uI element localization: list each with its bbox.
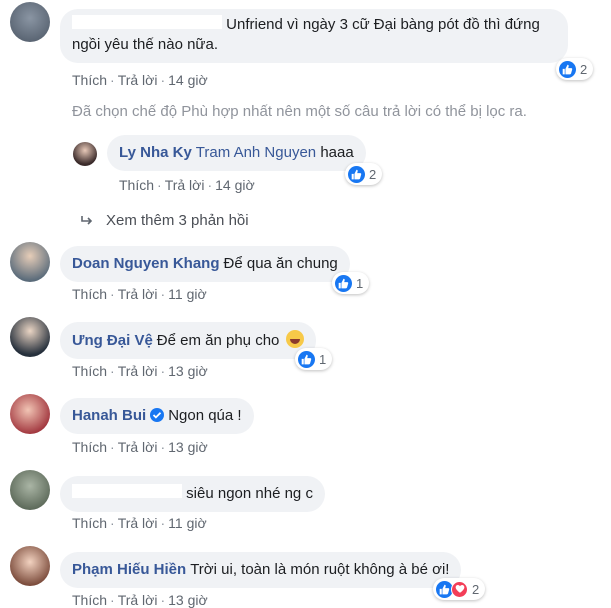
separator: · <box>207 177 213 193</box>
comment-actions: Thích · Trả lời · 11 giờ <box>72 285 207 303</box>
comment-bubble: Unfriend vì ngày 3 cữ Đại bàng pót đồ th… <box>60 9 568 63</box>
comment-author[interactable]: Ly Nha Ky <box>119 144 192 161</box>
reaction-count: 1 <box>356 275 364 291</box>
comment-actions: Thích · Trả lời · 14 giờ <box>72 71 208 89</box>
comment-bubble: Phạm Hiếu Hiền Trời ui, toàn là món ruột … <box>60 552 462 588</box>
separator: · <box>160 72 166 88</box>
avatar[interactable] <box>10 2 50 42</box>
reaction-count: 1 <box>319 351 327 367</box>
reply-button[interactable]: Trả lời <box>118 439 158 455</box>
reply-button[interactable]: Trả lời <box>118 592 158 608</box>
verified-badge-icon <box>150 408 165 422</box>
comment-actions: Thích · Trả lời · 13 giờ <box>72 438 208 456</box>
reply-button[interactable]: Trả lời <box>118 363 158 379</box>
mention-link[interactable]: Tram Anh Nguyen <box>196 144 316 161</box>
separator: · <box>157 177 162 193</box>
like-button[interactable]: Thích <box>72 515 107 531</box>
comment-actions: Thích · Trả lời · 13 giờ <box>72 591 208 608</box>
separator: · <box>160 592 166 608</box>
reaction-count: 2 <box>580 61 588 77</box>
love-icon <box>451 580 468 598</box>
comment-bubble: Doan Nguyen Khang Để qua ăn chung <box>60 246 350 282</box>
comment-text: ngồi yêu thế nào nữa. <box>72 36 218 53</box>
reaction-summary[interactable]: 2 <box>345 163 383 185</box>
separator: · <box>110 515 115 531</box>
comment-text: haaa <box>320 144 354 161</box>
avatar[interactable] <box>73 142 97 166</box>
like-button[interactable]: Thích <box>72 72 107 88</box>
comment-author[interactable]: Ưng Đại Vệ <box>72 332 153 349</box>
comment-text: siêu ngon nhé ng c <box>186 485 313 502</box>
avatar[interactable] <box>10 317 50 357</box>
like-icon <box>335 274 352 292</box>
reply-button[interactable]: Trả lời <box>165 177 205 193</box>
avatar[interactable] <box>10 470 50 510</box>
like-button[interactable]: Thích <box>72 592 107 608</box>
like-icon <box>348 165 365 183</box>
laughing-emoji-icon <box>285 330 304 348</box>
reply-button[interactable]: Trả lời <box>118 72 158 88</box>
avatar[interactable] <box>10 546 50 586</box>
reaction-summary[interactable]: 2 <box>556 58 594 80</box>
comment-bubble: Ly Nha Ky Tram Anh Nguyen haaa <box>107 135 366 171</box>
separator: · <box>110 592 115 608</box>
timestamp[interactable]: 14 giờ <box>215 177 255 193</box>
separator: · <box>160 439 166 455</box>
redacted-author <box>72 15 222 29</box>
comment-author[interactable]: Phạm Hiếu Hiền <box>72 561 186 578</box>
reaction-count: 2 <box>472 581 480 597</box>
avatar[interactable] <box>10 394 50 434</box>
timestamp[interactable]: 13 giờ <box>168 592 208 608</box>
comment-text: Để em ăn phụ cho <box>156 332 280 349</box>
timestamp[interactable]: 11 giờ <box>168 286 207 302</box>
comment-text: Trời ui, toàn là món ruột không à bé ơi! <box>190 561 450 578</box>
like-icon <box>298 350 315 368</box>
reaction-count: 2 <box>369 166 377 182</box>
comment-actions: Thích · Trả lời · 13 giờ <box>72 362 208 380</box>
reply-button[interactable]: Trả lời <box>118 515 158 531</box>
separator: · <box>110 439 115 455</box>
reaction-summary[interactable]: 1 <box>332 272 370 294</box>
separator: · <box>110 72 115 88</box>
view-more-replies-label: Xem thêm 3 phản hồi <box>106 212 249 229</box>
comment-bubble: siêu ngon nhé ng c <box>60 476 325 512</box>
comment-bubble: Ưng Đại Vệ Để em ăn phụ cho <box>60 322 316 359</box>
like-button[interactable]: Thích <box>72 363 107 379</box>
comment-author[interactable]: Hanah Bui <box>72 407 146 424</box>
redacted-author <box>72 484 182 498</box>
separator: · <box>110 363 115 379</box>
reply-button[interactable]: Trả lời <box>118 286 158 302</box>
reaction-summary[interactable]: 1 <box>295 348 333 370</box>
comment-bubble: Hanah Bui Ngon qúa ! <box>60 398 254 434</box>
like-button[interactable]: Thích <box>119 177 154 193</box>
view-more-replies[interactable]: Xem thêm 3 phản hồi <box>80 211 249 231</box>
comment-text: Để qua ăn chung <box>223 255 338 272</box>
like-icon <box>559 60 576 78</box>
timestamp[interactable]: 11 giờ <box>168 515 207 531</box>
avatar[interactable] <box>10 242 50 282</box>
separator: · <box>160 286 166 302</box>
filter-note: Đã chọn chế độ Phù hợp nhất nên một số c… <box>72 103 527 120</box>
timestamp[interactable]: 13 giờ <box>168 363 208 379</box>
timestamp[interactable]: 13 giờ <box>168 439 208 455</box>
like-button[interactable]: Thích <box>72 286 107 302</box>
reply-arrow-icon <box>81 216 93 225</box>
separator: · <box>110 286 115 302</box>
reaction-summary[interactable]: 2 <box>433 578 486 600</box>
comment-text: Unfriend vì ngày 3 cữ Đại bàng pót đồ th… <box>226 16 540 33</box>
comment-text: Ngon qúa ! <box>168 407 242 424</box>
timestamp[interactable]: 14 giờ <box>168 72 208 88</box>
like-button[interactable]: Thích <box>72 439 107 455</box>
comment-author[interactable]: Doan Nguyen Khang <box>72 255 220 272</box>
comment-actions: Thích · Trả lời · 14 giờ <box>119 176 255 194</box>
separator: · <box>160 515 166 531</box>
separator: · <box>160 363 166 379</box>
comment-actions: Thích · Trả lời · 11 giờ <box>72 514 207 532</box>
